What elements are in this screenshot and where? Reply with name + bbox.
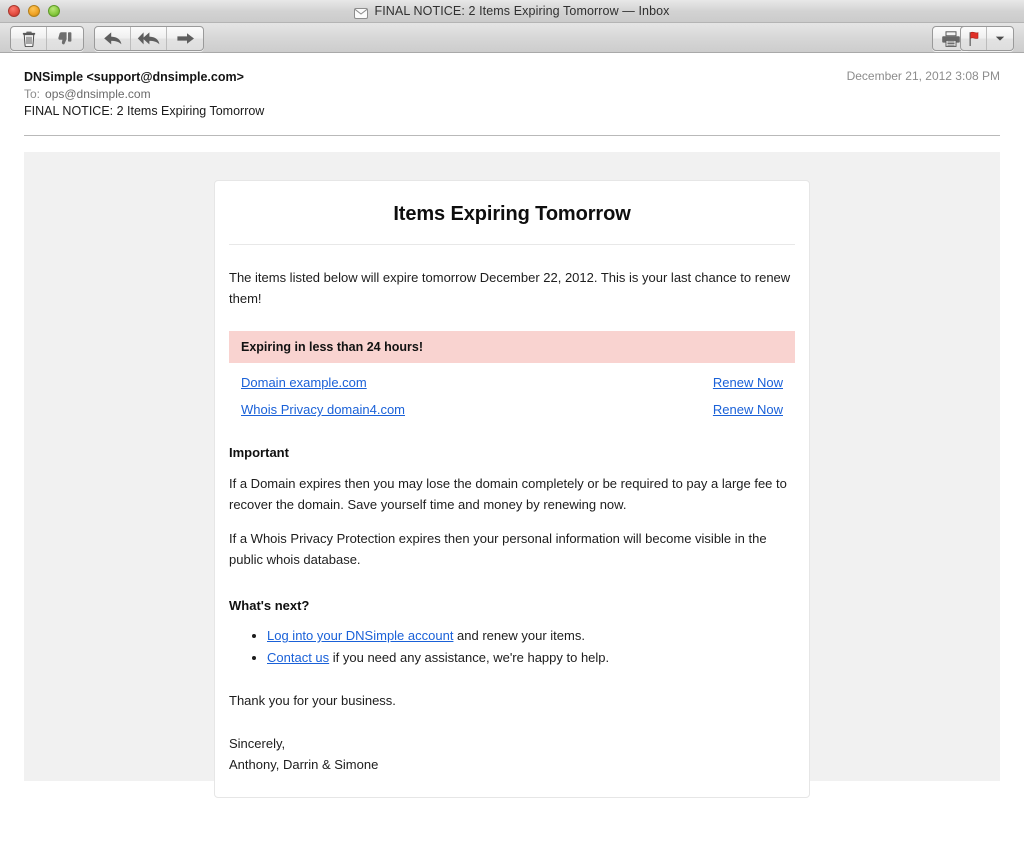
- forward-arrow-icon: [177, 33, 194, 44]
- table-row: Domain example.com Renew Now: [229, 363, 795, 390]
- to-value: ops@dnsimple.com: [45, 87, 151, 101]
- email-card: Items Expiring Tomorrow The items listed…: [214, 180, 810, 798]
- card-bottom-spacer: [229, 775, 795, 797]
- item-link[interactable]: Whois Privacy domain4.com: [241, 402, 405, 417]
- message-toolbar: [0, 23, 1024, 53]
- delete-junk-group: [10, 26, 84, 51]
- window-title: FINAL NOTICE: 2 Items Expiring Tomorrow …: [374, 4, 670, 18]
- header-divider: [24, 135, 1000, 136]
- important-paragraph-2: If a Whois Privacy Protection expires th…: [229, 531, 767, 567]
- flag-menu-button[interactable]: [987, 27, 1013, 50]
- window-controls: [8, 5, 60, 17]
- reply-all-arrow-icon: [137, 32, 159, 45]
- important-paragraph-1: If a Domain expires then you may lose th…: [229, 476, 787, 512]
- sign-off: Sincerely,: [229, 736, 286, 751]
- message-date: December 21, 2012 3:08 PM: [846, 69, 1000, 83]
- reply-all-button[interactable]: [131, 27, 167, 50]
- red-flag-icon: [968, 31, 978, 46]
- junk-button[interactable]: [47, 27, 83, 50]
- email-title: Items Expiring Tomorrow: [393, 203, 631, 225]
- thumbs-down-icon: [58, 31, 72, 44]
- thank-you-text: Thank you for your business.: [229, 693, 396, 708]
- to-label: To:: [24, 87, 41, 101]
- table-row: Whois Privacy domain4.com Renew Now: [229, 390, 795, 417]
- email-intro: The items listed below will expire tomor…: [229, 270, 791, 306]
- minimize-window-button[interactable]: [28, 5, 40, 17]
- email-content: The items listed below will expire tomor…: [215, 267, 809, 797]
- whats-next-heading: What's next?: [229, 598, 310, 613]
- item-link[interactable]: Domain example.com: [241, 375, 367, 390]
- delete-button[interactable]: [11, 27, 47, 50]
- zoom-window-button[interactable]: [48, 5, 60, 17]
- reply-arrow-icon: [103, 32, 121, 45]
- chevron-down-icon: [995, 36, 1005, 41]
- message-body: Items Expiring Tomorrow The items listed…: [24, 152, 1000, 798]
- list-item: Contact us if you need any assistance, w…: [267, 647, 795, 668]
- renew-now-link[interactable]: Renew Now: [713, 375, 783, 390]
- printer-icon: [942, 30, 960, 47]
- window-titlebar: FINAL NOTICE: 2 Items Expiring Tomorrow …: [0, 0, 1024, 23]
- flag-button[interactable]: [961, 27, 987, 50]
- signature-block: Sincerely, Anthony, Darrin & Simone: [229, 733, 795, 775]
- flag-group: [960, 26, 1014, 51]
- contact-us-link[interactable]: Contact us: [267, 650, 329, 665]
- renew-now-link[interactable]: Renew Now: [713, 402, 783, 417]
- reply-button[interactable]: [95, 27, 131, 50]
- envelope-icon: [354, 6, 369, 19]
- important-heading: Important: [229, 445, 289, 460]
- forward-button[interactable]: [167, 27, 203, 50]
- close-window-button[interactable]: [8, 5, 20, 17]
- email-title-divider: [229, 244, 795, 245]
- expiry-alert-banner: Expiring in less than 24 hours!: [229, 331, 795, 363]
- list-item-text: if you need any assistance, we're happy …: [329, 650, 610, 665]
- message-subject: FINAL NOTICE: 2 Items Expiring Tomorrow: [24, 104, 265, 118]
- message-header: DNSimple <support@dnsimple.com> To: ops@d…: [0, 53, 1024, 136]
- reply-group: [94, 26, 204, 51]
- whats-next-list: Log into your DNSimple account and renew…: [229, 625, 795, 668]
- login-link[interactable]: Log into your DNSimple account: [267, 628, 453, 643]
- recipient-row: To: ops@dnsimple.com: [24, 86, 1000, 102]
- list-item: Log into your DNSimple account and renew…: [267, 625, 795, 646]
- trash-icon: [22, 31, 35, 47]
- window-title-group: FINAL NOTICE: 2 Items Expiring Tomorrow …: [0, 0, 1024, 22]
- list-item-text: and renew your items.: [453, 628, 585, 643]
- mail-message-window: FINAL NOTICE: 2 Items Expiring Tomorrow …: [0, 0, 1024, 844]
- signature-names: Anthony, Darrin & Simone: [229, 757, 379, 772]
